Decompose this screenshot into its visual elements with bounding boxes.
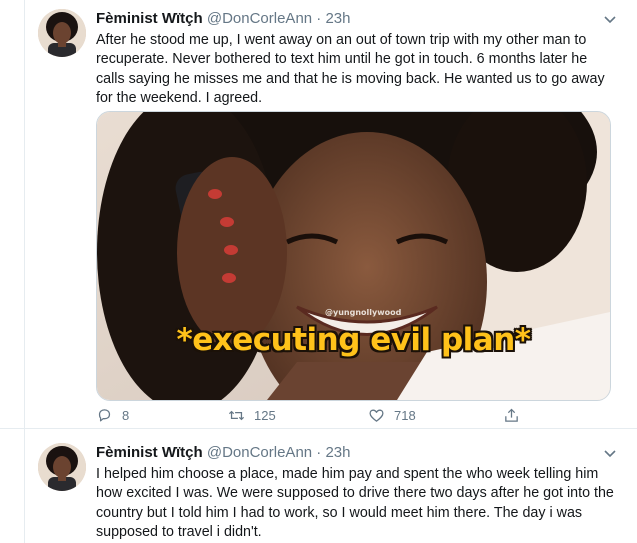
tweet-text: I helped him choose a place, made him pa… [96,466,614,540]
tweet-media-image[interactable]: @yungnollywood *executing evil plan* [96,111,611,401]
tweet[interactable]: Fèminist Wïtçh @DonCorleAnn · 23h After … [25,0,637,429]
share-icon [505,408,518,422]
reply-count: 8 [122,408,130,423]
tweet[interactable]: Fèminist Wïtçh @DonCorleAnn · 23h I help… [25,429,637,543]
user-handle[interactable]: @DonCorleAnn [207,10,312,27]
tweet-header: Fèminist Wïtçh @DonCorleAnn · 23h [96,444,351,461]
tweet-header: Fèminist Wïtçh @DonCorleAnn · 23h [96,10,351,27]
display-name[interactable]: Fèminist Wïtçh [96,444,203,461]
tweet-text: After he stood me up, I went away on an … [96,32,605,106]
share-button[interactable] [503,407,529,424]
retweet-button[interactable]: 125 [228,407,276,424]
separator-dot: · [316,10,322,27]
separator-dot: · [316,444,322,461]
image-watermark: @yungnollywood [325,308,402,317]
reply-button[interactable]: 8 [96,407,129,424]
retweet-count: 125 [254,408,276,423]
timestamp[interactable]: 23h [325,444,350,461]
like-icon [369,409,384,422]
like-count: 718 [394,408,416,423]
like-button[interactable]: 718 [368,407,416,424]
avatar[interactable] [38,443,86,491]
image-caption: *executing evil plan* [176,322,532,358]
timestamp[interactable]: 23h [325,10,350,27]
user-handle[interactable]: @DonCorleAnn [207,444,312,461]
retweet-icon [228,410,245,421]
tweet-actions: 8 125 718 [96,407,616,427]
chevron-down-icon[interactable] [603,12,617,26]
left-column-edge [0,0,25,543]
avatar[interactable] [38,9,86,57]
reply-icon [98,409,111,422]
chevron-down-icon[interactable] [603,446,617,460]
left-column-divider [0,428,24,429]
display-name[interactable]: Fèminist Wïtçh [96,10,203,27]
